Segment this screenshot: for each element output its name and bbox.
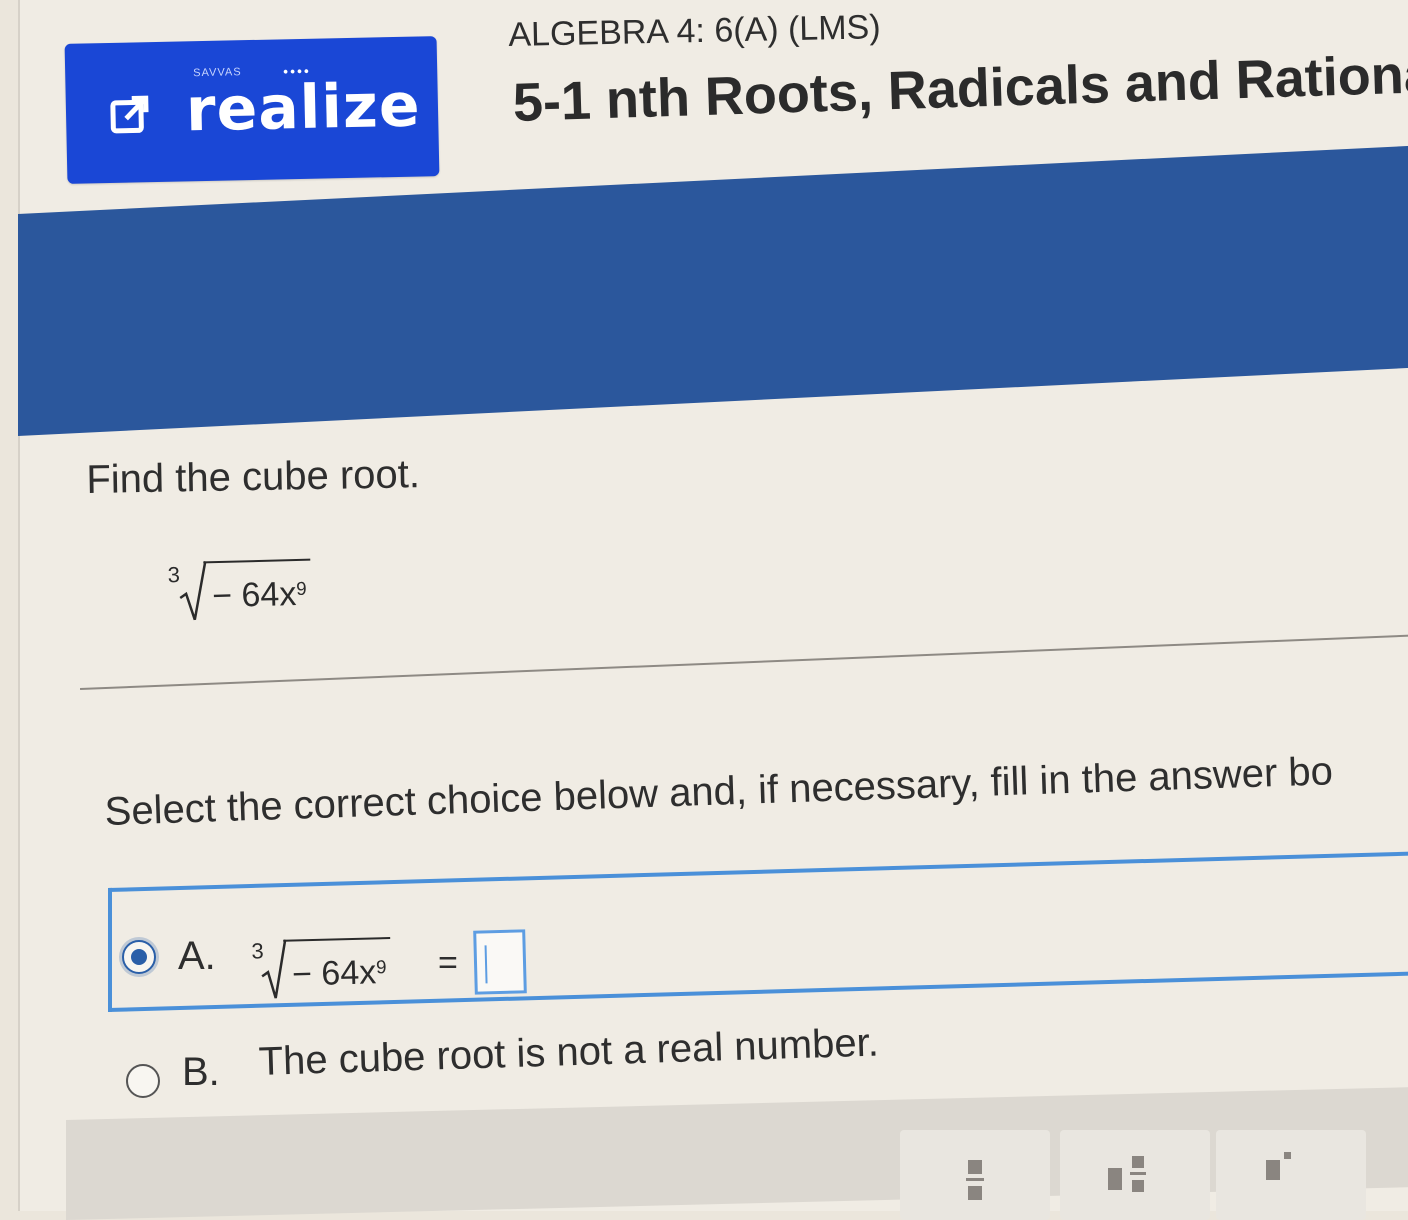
- radicand: − 64x9: [283, 937, 392, 995]
- radicand-exponent: 9: [375, 955, 387, 978]
- question-radical-expression: 3 − 64x9: [167, 546, 349, 631]
- radicand: − 64x9: [203, 558, 312, 617]
- logo-wordmark: realize: [185, 70, 422, 146]
- answer-input-box[interactable]: [473, 929, 527, 995]
- radicand-base: − 64x: [211, 575, 297, 616]
- choice-a-radical-expression: 3 − 64x9: [251, 927, 453, 1012]
- radicand-base: − 64x: [291, 953, 377, 994]
- choice-b-radio[interactable]: [126, 1064, 160, 1098]
- realize-logo-button[interactable]: SAVVAS •••• realize: [64, 36, 440, 184]
- equals-sign: =: [438, 944, 458, 982]
- radicand-exponent: 9: [295, 577, 307, 599]
- choice-b-letter: B.: [182, 1050, 220, 1094]
- exponent-button[interactable]: [1216, 1130, 1366, 1220]
- fraction-button[interactable]: [900, 1130, 1050, 1220]
- text-caret: [484, 945, 488, 984]
- choice-a-radio[interactable]: [122, 940, 156, 974]
- mixed-number-button[interactable]: [1060, 1130, 1210, 1220]
- choice-a-letter: A.: [178, 934, 216, 978]
- question-prompt: Find the cube root.: [86, 452, 421, 502]
- course-label: ALGEBRA 4: 6(A) (LMS): [508, 8, 881, 54]
- external-link-icon: [110, 94, 151, 135]
